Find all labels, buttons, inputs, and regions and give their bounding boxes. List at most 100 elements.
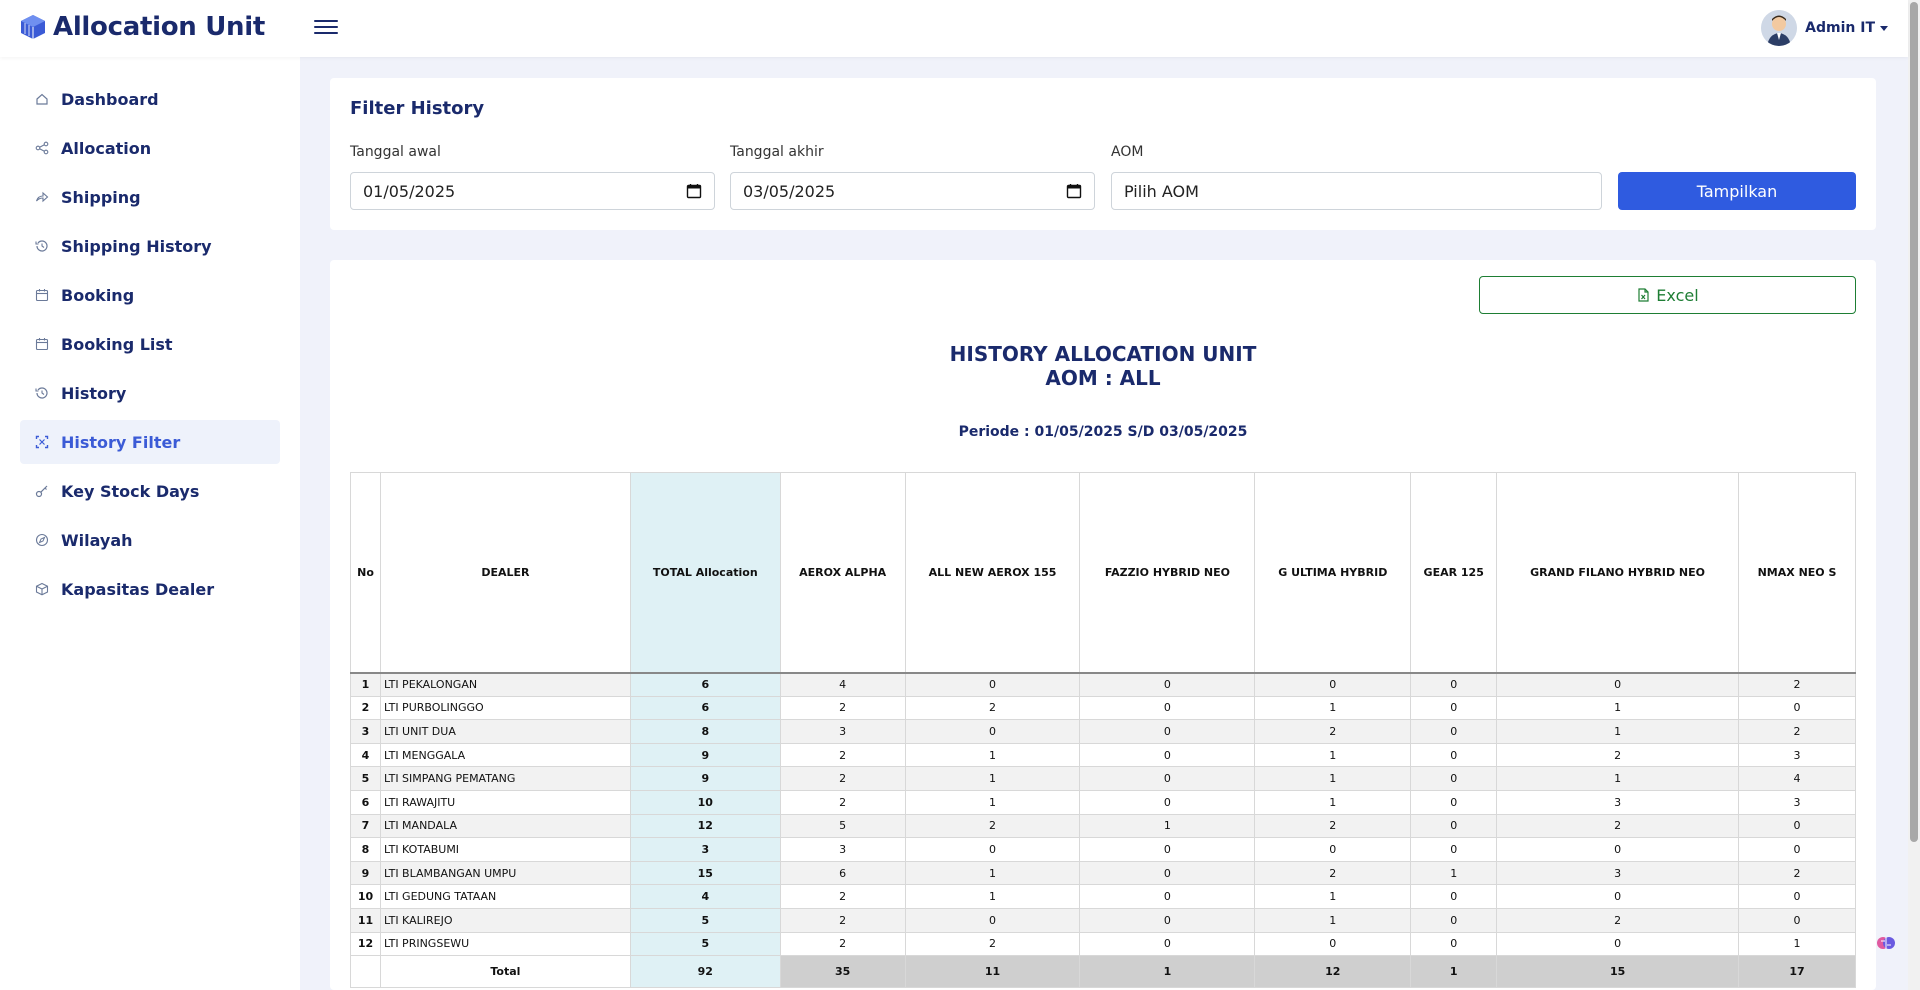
cube-logo-icon: [21, 15, 45, 39]
table-cell: 2: [1496, 742, 1739, 768]
sidebar-item-label: History Filter: [61, 432, 181, 452]
table-cell: 0: [1738, 813, 1856, 839]
table-cell: 1: [1254, 695, 1412, 721]
table-cell: 1: [1254, 907, 1412, 933]
table-cell: 3: [1496, 860, 1739, 886]
table-cell: 5: [629, 907, 781, 933]
sidebar-item-shipping-history[interactable]: Shipping History: [20, 224, 280, 268]
excel-export-button[interactable]: Excel: [1479, 276, 1856, 314]
table-cell: 2: [904, 813, 1081, 839]
table-cell: 0: [1079, 837, 1256, 862]
table-row: 7 LTI MANDALA 12 5 2 1 2 0 2 0: [350, 813, 1856, 839]
table-cell: 0: [1254, 672, 1412, 697]
menu-toggle-icon[interactable]: [314, 16, 338, 38]
table-cell: 3: [779, 719, 906, 744]
sidebar-item-shipping[interactable]: Shipping: [20, 175, 280, 219]
table-cell: 0: [1254, 931, 1412, 957]
row-number: 6: [350, 789, 381, 815]
filter-title: Filter History: [350, 98, 485, 119]
show-button[interactable]: Tampilkan: [1618, 172, 1856, 210]
table-cell: 2: [1254, 719, 1412, 744]
aom-label: AOM: [1111, 144, 1144, 160]
table-cell: 12: [629, 813, 781, 839]
sidebar-item-label: Booking List: [61, 334, 173, 354]
table-cell: 0: [1496, 931, 1739, 957]
total-cell: 15: [1496, 955, 1739, 989]
column-header: GRAND FILANO HYBRID NEO: [1496, 472, 1739, 674]
total-row-blank: [350, 955, 381, 989]
column-header: ALL NEW AEROX 155: [904, 472, 1081, 674]
table-cell: 8: [629, 719, 781, 744]
table-cell: 2: [904, 931, 1081, 957]
start-date-label: Tanggal awal: [350, 144, 441, 160]
calendar-icon[interactable]: [686, 183, 702, 199]
report-card: Excel HISTORY ALLOCATION UNIT AOM : ALL …: [330, 260, 1876, 990]
filter-card: Filter History Tanggal awal 01/05/2025 T…: [330, 78, 1876, 230]
aom-select[interactable]: Pilih AOM: [1111, 172, 1602, 210]
brain-icon[interactable]: [1876, 933, 1896, 953]
table-cell: 1: [904, 742, 1081, 768]
table-cell: 0: [1410, 742, 1498, 768]
sidebar-item-label: Shipping History: [61, 236, 212, 256]
dealer-name: LTI BLAMBANGAN UMPU: [379, 860, 631, 886]
sidebar-item-kapasitas-dealer[interactable]: Kapasitas Dealer: [20, 567, 280, 611]
table-cell: 0: [1496, 884, 1739, 909]
table-cell: 9: [629, 766, 781, 791]
table-row: 3 LTI UNIT DUA 8 3 0 0 2 0 1 2: [350, 719, 1856, 744]
table-cell: 0: [1079, 789, 1256, 815]
table-cell: 15: [629, 860, 781, 886]
dealer-name: LTI MANDALA: [379, 813, 631, 839]
sidebar-item-dashboard[interactable]: Dashboard: [20, 77, 280, 121]
table-cell: 2: [779, 907, 906, 933]
calendar-icon[interactable]: [1066, 183, 1082, 199]
table-cell: 3: [1496, 789, 1739, 815]
sidebar-item-wilayah[interactable]: Wilayah: [20, 518, 280, 562]
table-cell: 4: [779, 672, 906, 697]
table-cell: 6: [629, 672, 781, 697]
table-cell: 2: [779, 789, 906, 815]
vertical-scrollbar[interactable]: [1908, 0, 1920, 990]
brand[interactable]: Allocation Unit: [20, 12, 265, 42]
table-cell: 2: [779, 931, 906, 957]
start-date-input[interactable]: 01/05/2025: [350, 172, 715, 210]
filter-icon: [35, 435, 49, 449]
dealer-name: LTI RAWAJITU: [379, 789, 631, 815]
sidebar-item-history[interactable]: History: [20, 371, 280, 415]
table-cell: 1: [1738, 931, 1856, 957]
row-number: 10: [350, 884, 381, 909]
total-cell: 92: [629, 955, 781, 989]
table-cell: 2: [779, 884, 906, 909]
sidebar-item-history-filter[interactable]: History Filter: [20, 420, 280, 464]
dealer-name: LTI SIMPANG PEMATANG: [379, 766, 631, 791]
user-menu[interactable]: Admin IT: [1761, 10, 1888, 46]
row-number: 8: [350, 837, 381, 862]
table-cell: 1: [1254, 789, 1412, 815]
allocation-table: No DEALER TOTAL Allocation AEROX ALPHA ALL N…: [350, 472, 1856, 989]
end-date-input[interactable]: 03/05/2025: [730, 172, 1095, 210]
table-cell: 1: [1079, 813, 1256, 839]
dealer-name: LTI KALIREJO: [379, 907, 631, 933]
table-cell: 2: [1496, 907, 1739, 933]
table-cell: 0: [1410, 931, 1498, 957]
total-cell: 17: [1738, 955, 1856, 989]
table-cell: 4: [629, 884, 781, 909]
sidebar-item-allocation[interactable]: Allocation: [20, 126, 280, 170]
sidebar-item-booking[interactable]: Booking: [20, 273, 280, 317]
table-row: 9 LTI BLAMBANGAN UMPU 15 6 1 0 2 1 3 2: [350, 860, 1856, 886]
scrollbar-thumb[interactable]: [1910, 2, 1918, 842]
start-date-value: 01/05/2025: [363, 181, 456, 201]
column-header: FAZZIO HYBRID NEO: [1079, 472, 1256, 674]
report-period: Periode : 01/05/2025 S/D 03/05/2025: [958, 424, 1248, 440]
table-cell: 0: [1410, 719, 1498, 744]
table-cell: 0: [1410, 695, 1498, 721]
top-navbar: Allocation Unit Admin IT: [0, 0, 1908, 57]
table-cell: 0: [1079, 766, 1256, 791]
table-cell: 5: [779, 813, 906, 839]
total-cell: 11: [904, 955, 1081, 989]
file-excel-icon: [1638, 288, 1649, 302]
sidebar-item-key-stock-days[interactable]: Key Stock Days: [20, 469, 280, 513]
sidebar-item-booking-list[interactable]: Booking List: [20, 322, 280, 366]
key-icon: [35, 484, 49, 498]
total-label: Total: [379, 955, 631, 989]
total-cell: 1: [1410, 955, 1498, 989]
